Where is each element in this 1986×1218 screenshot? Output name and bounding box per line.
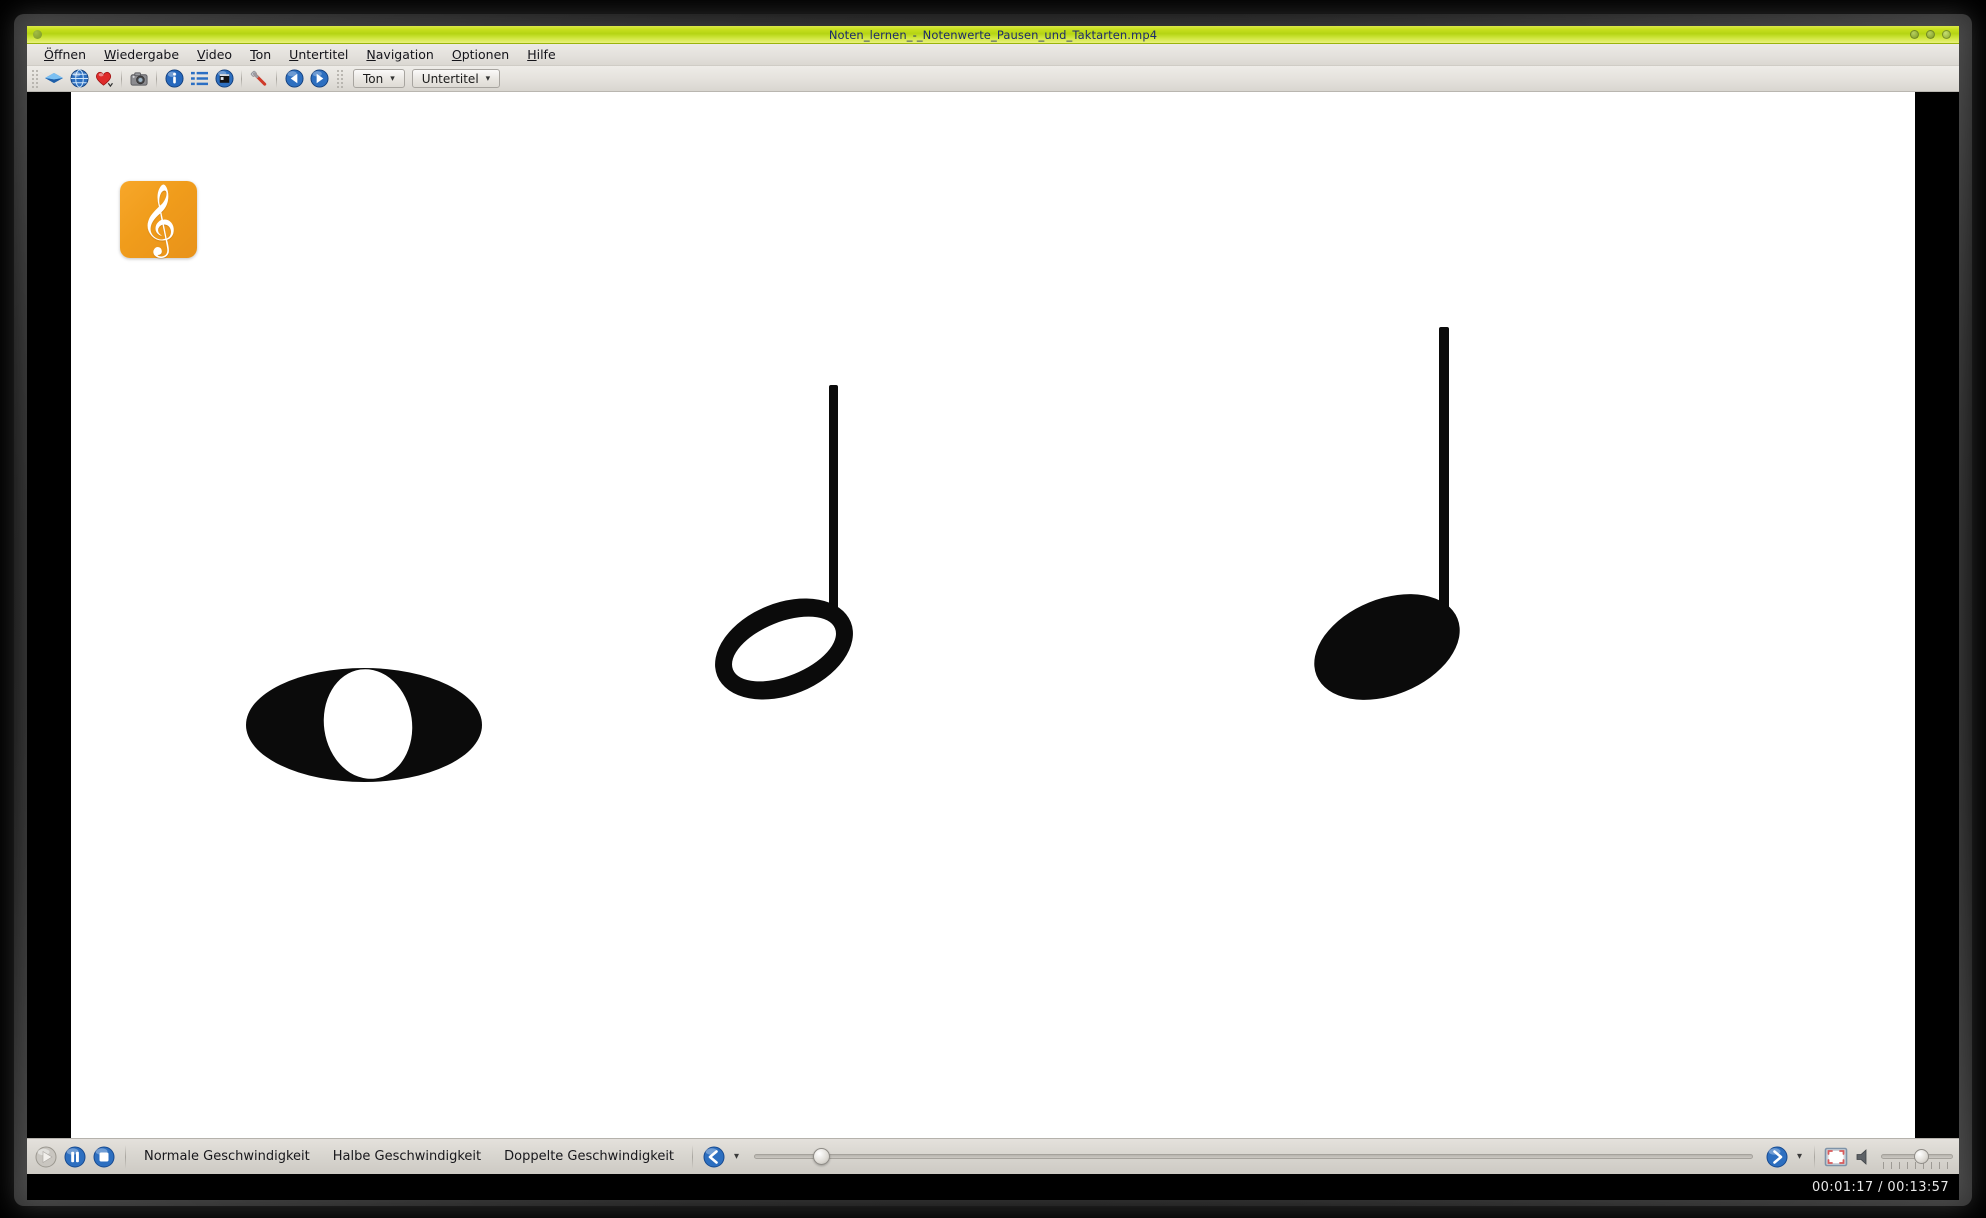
chevron-down-icon: ▾ <box>390 73 395 84</box>
close-button[interactable] <box>1942 30 1951 39</box>
toolbar-separator <box>156 69 157 88</box>
seek-slider[interactable] <box>746 1144 1761 1170</box>
toolbar-grip[interactable] <box>31 68 38 89</box>
playback-control-bar: Normale Geschwindigkeit Halbe Geschwindi… <box>27 1138 1959 1174</box>
window-title: Noten_lernen_-_Notenwerte_Pausen_und_Tak… <box>828 27 1158 42</box>
speed-half-button[interactable]: Halbe Geschwindigkeit <box>323 1146 491 1167</box>
stop-button[interactable] <box>91 1144 117 1170</box>
half-note <box>715 385 853 700</box>
globe-icon[interactable] <box>67 67 91 90</box>
menu-label-optionen: ptionen <box>461 47 510 62</box>
chevron-down-icon: ▾ <box>485 73 491 84</box>
toolbar-separator <box>276 69 277 88</box>
menu-item-wiedergabe[interactable]: Wiedergabe <box>95 45 188 64</box>
pause-button[interactable] <box>62 1144 88 1170</box>
play-button[interactable] <box>33 1144 59 1170</box>
fullscreen-button[interactable] <box>1823 1144 1849 1170</box>
capture-icon[interactable] <box>212 67 236 90</box>
video-frame: 𝄞 <box>71 92 1915 1138</box>
toolbar-grip-2[interactable] <box>336 68 343 89</box>
window-menu-icon[interactable] <box>33 30 42 39</box>
menu-item-untertitel[interactable]: Untertitel <box>280 45 357 64</box>
menu-item-hilfe[interactable]: Hilfe <box>518 45 564 64</box>
control-separator <box>692 1144 694 1169</box>
tool-bar: Ton ▾ Untertitel ▾ <box>27 66 1959 92</box>
screwdriver-icon[interactable] <box>247 67 271 90</box>
menu-label-video: ideo <box>205 47 233 62</box>
menu-bar: Öffnen Wiedergabe Video Ton Untertitel N… <box>27 44 1959 66</box>
status-bar: 00:01:17 / 00:13:57 <box>27 1174 1959 1200</box>
control-separator <box>125 1144 126 1169</box>
menu-item-video[interactable]: Video <box>188 45 241 64</box>
subtitle-track-dropdown[interactable]: Untertitel ▾ <box>411 69 501 88</box>
treble-clef-icon: 𝄞 <box>140 181 177 255</box>
rewind-chevron-down-icon[interactable]: ▾ <box>730 1151 743 1162</box>
heart-icon[interactable] <box>92 67 116 90</box>
blue-diamond-icon[interactable] <box>42 67 66 90</box>
seek-thumb[interactable] <box>813 1148 831 1165</box>
menu-label-ton: on <box>255 47 272 62</box>
menu-label-oeffnen: ffnen <box>53 47 86 62</box>
seek-track[interactable] <box>754 1154 1753 1159</box>
menu-label-untertitel: ntertitel <box>298 47 349 62</box>
maximize-button[interactable] <box>1926 30 1935 39</box>
control-separator <box>1814 1144 1815 1169</box>
window-controls <box>1910 30 1951 39</box>
menu-item-ton[interactable]: Ton <box>241 45 280 64</box>
video-viewport[interactable]: 𝄞 <box>27 92 1959 1138</box>
volume-slider[interactable] <box>1881 1144 1953 1170</box>
timecode-display: 00:01:17 / 00:13:57 <box>1811 1179 1949 1195</box>
camera-icon[interactable] <box>127 67 151 90</box>
toolbar-separator <box>121 69 122 88</box>
mute-button[interactable] <box>1852 1144 1878 1170</box>
audio-track-label: Ton <box>363 71 384 86</box>
speed-double-button[interactable]: Doppelte Geschwindigkeit <box>494 1146 684 1167</box>
speed-normal-button[interactable]: Normale Geschwindigkeit <box>134 1146 320 1167</box>
toolbar-separator <box>241 69 242 88</box>
audio-track-dropdown[interactable]: Ton ▾ <box>353 69 405 88</box>
menu-item-oeffnen[interactable]: Öffnen <box>35 45 95 64</box>
desktop-background: Noten_lernen_-_Notenwerte_Pausen_und_Tak… <box>0 0 1986 1218</box>
treble-clef-logo: 𝄞 <box>120 181 197 258</box>
forward-button[interactable] <box>1764 1144 1790 1170</box>
menu-label-wiedergabe: iedergabe <box>116 47 180 62</box>
previous-icon[interactable] <box>282 67 306 90</box>
rewind-button[interactable] <box>701 1144 727 1170</box>
menu-item-optionen[interactable]: Optionen <box>443 45 518 64</box>
playlist-icon[interactable] <box>187 67 211 90</box>
menu-label-navigation: avigation <box>375 47 434 62</box>
quarter-note <box>1314 327 1460 700</box>
title-bar: Noten_lernen_-_Notenwerte_Pausen_und_Tak… <box>27 26 1959 44</box>
next-icon[interactable] <box>307 67 331 90</box>
info-icon[interactable] <box>162 67 186 90</box>
menu-label-hilfe: ilfe <box>536 47 556 62</box>
media-player-window: Noten_lernen_-_Notenwerte_Pausen_und_Tak… <box>27 26 1959 1200</box>
whole-note <box>246 668 482 782</box>
minimize-button[interactable] <box>1910 30 1919 39</box>
menu-item-navigation[interactable]: Navigation <box>357 45 442 64</box>
subtitle-track-label: Untertitel <box>421 71 479 86</box>
forward-chevron-down-icon[interactable]: ▾ <box>1793 1151 1806 1162</box>
